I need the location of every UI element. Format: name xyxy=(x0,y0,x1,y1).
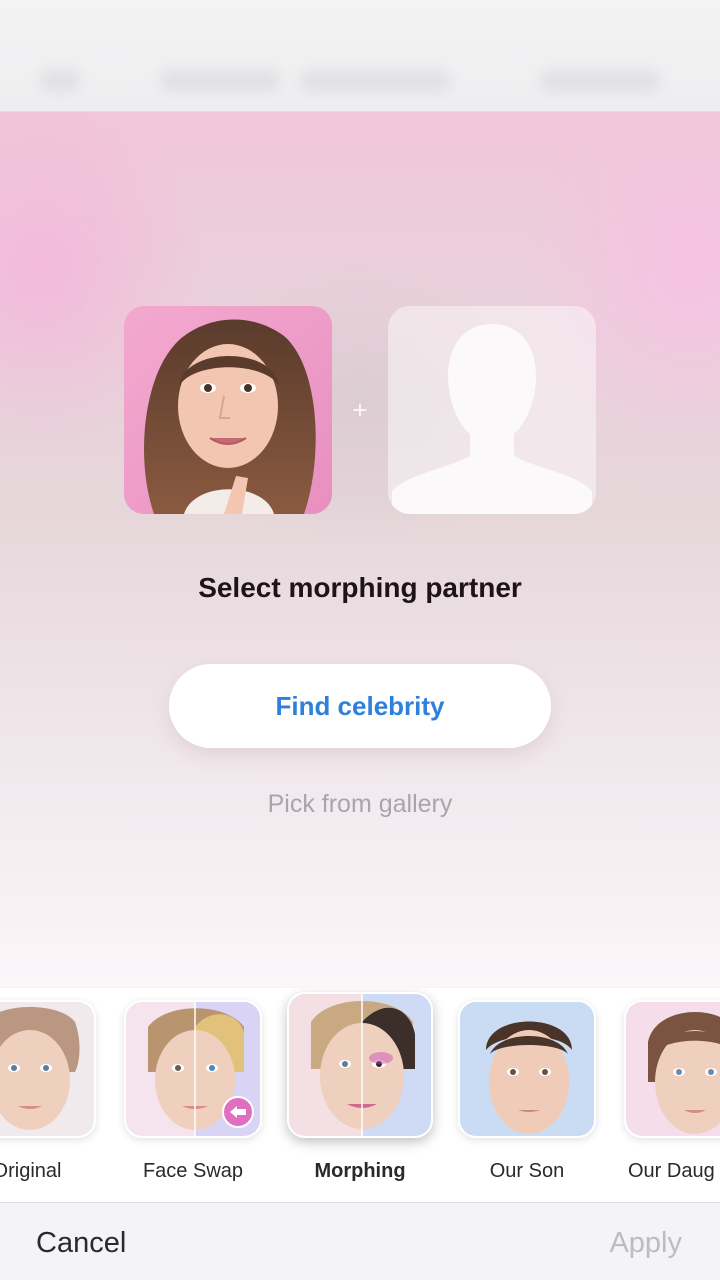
user-photo xyxy=(124,306,332,514)
filter-morphing[interactable]: Morphing xyxy=(287,992,433,1182)
partner-placeholder[interactable] xyxy=(388,306,596,514)
filter-original[interactable]: Original xyxy=(0,1000,96,1182)
cancel-button[interactable]: Cancel xyxy=(36,1227,126,1260)
bottom-toolbar: Cancel Apply xyxy=(0,1202,720,1280)
morphing-stage xyxy=(0,112,720,987)
blurred-header-element xyxy=(540,70,660,92)
top-header xyxy=(0,0,720,112)
filter-our-son[interactable]: Our Son xyxy=(458,1000,596,1182)
find-celebrity-button[interactable]: Find celebrity xyxy=(169,664,551,748)
blurred-header-element xyxy=(160,70,280,92)
plus-icon: + xyxy=(352,395,368,425)
pro-arrow-icon xyxy=(222,1096,254,1128)
filter-strip[interactable]: Original Face Swap Morphing Our Son Our … xyxy=(0,988,720,1202)
pick-from-gallery-link[interactable]: Pick from gallery xyxy=(0,790,720,819)
our-daughter-thumbnail xyxy=(624,1000,720,1138)
our-son-thumbnail xyxy=(458,1000,596,1138)
morphing-thumbnail xyxy=(287,992,433,1138)
face-swap-thumbnail xyxy=(124,1000,262,1138)
person-silhouette-icon xyxy=(392,324,592,514)
apply-button[interactable]: Apply xyxy=(609,1227,682,1260)
filter-our-daughter[interactable]: Our Daug xyxy=(624,1000,720,1182)
blurred-back-icon xyxy=(40,70,80,92)
select-partner-title: Select morphing partner xyxy=(198,572,522,603)
filter-face-swap[interactable]: Face Swap xyxy=(124,1000,262,1182)
face-original-thumbnail xyxy=(0,1000,96,1138)
filter-label: Our Daug xyxy=(628,1160,715,1182)
blurred-header-element xyxy=(300,70,450,92)
